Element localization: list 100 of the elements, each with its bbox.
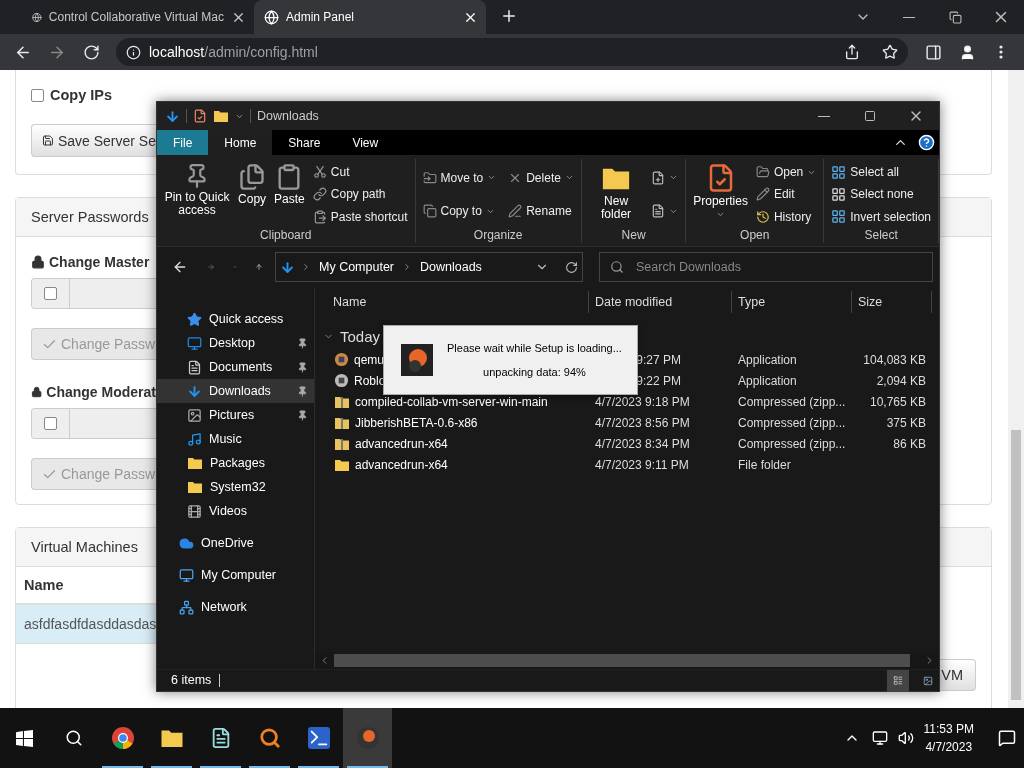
ribbon-button[interactable]: Copy to [419,203,500,220]
ribbon-button[interactable]: Open [752,164,820,181]
ribbon-button[interactable]: History [752,208,820,225]
ribbon-button[interactable]: Edit [752,186,820,203]
pin-icon [297,409,308,421]
ribbon-button[interactable]: Paste [271,161,308,228]
column-header[interactable]: Size [852,291,932,313]
edit-icon [755,187,770,202]
ribbon-button[interactable]: Move to [419,169,500,186]
nav-item[interactable]: Downloads [157,379,314,403]
copy-ips-checkbox[interactable]: Copy IPs [31,87,113,103]
nav-item[interactable]: Documents [157,355,314,379]
rename-icon [508,204,523,219]
browser-tab[interactable]: Control Collaborative Virtual Mac [22,0,254,34]
column-header[interactable]: Type [732,291,852,313]
maximize-icon [864,110,876,122]
folder-icon [187,455,203,471]
file-type: Application [737,352,798,367]
file-date: 4/7/2023 9:11 PM [594,457,687,472]
ribbon-tab[interactable]: Home [208,130,273,155]
group-header[interactable]: Today [315,323,381,349]
notification-icon[interactable] [998,729,1016,747]
ribbon-button[interactable]: Cut [309,164,411,181]
share-icon[interactable] [844,44,860,60]
file-name[interactable]: compiled-collab-vm-server-win-main [355,394,548,409]
table-row[interactable]: asfdfasdfdasddasdas [16,605,156,644]
network-icon[interactable] [871,730,888,746]
breadcrumb-item[interactable]: Downloads [418,260,484,274]
file-type: Application [737,373,798,388]
grid-icon [831,209,847,225]
nav-item[interactable]: Videos [157,499,314,523]
taskbar-button[interactable] [343,708,392,768]
new-item-icon [651,170,666,185]
column-header[interactable]: Date modified [589,291,732,313]
clipboard-icon [312,209,327,224]
ribbon-button[interactable]: Delete [505,169,577,186]
link-icon [312,187,327,202]
ribbon-group-label: New [620,228,647,243]
app-logo-icon [401,344,433,376]
globe-icon [264,9,279,25]
properties-icon [193,109,207,123]
nav-item[interactable]: OneDrive [157,531,314,555]
volume-icon[interactable] [897,730,914,746]
file-name[interactable]: JibberishBETA-0.6-x86 [355,415,478,430]
nav-item[interactable]: Packages [157,451,314,475]
ribbon-group-label: Select [863,228,899,243]
lock-icon [31,385,43,399]
bookmark-star-icon[interactable] [882,44,898,60]
star-icon [187,311,202,327]
view-button[interactable] [887,669,909,692]
browser-tab[interactable]: Admin Panel [254,0,486,34]
show-checkbox[interactable] [44,417,57,430]
magnifier-icon [258,727,281,749]
column-header[interactable]: Name [315,291,589,313]
save-button[interactable]: Save Server Se [31,124,156,157]
nav-item[interactable]: My Computer [157,563,314,587]
ribbon-button[interactable]: Pin to Quick access [161,161,234,228]
clock[interactable]: 11:53 PM 4/7/2023 [923,722,974,754]
address-field[interactable]: My Computer Downloads [275,252,583,282]
show-checkbox[interactable] [44,287,57,300]
open-icon [755,165,770,180]
folder-icon [187,479,203,495]
ribbon-button[interactable]: Invert selection [828,208,934,226]
ribbon-button[interactable]: Rename [505,203,577,220]
vm-button[interactable]: VM [940,659,976,691]
new-tab-button[interactable] [500,7,518,25]
nav-item[interactable]: Music [157,427,314,451]
nav-item[interactable]: Desktop [157,331,314,355]
file-date: 4/7/2023 9:18 PM [594,394,687,409]
search-field[interactable]: Search Downloads [634,259,922,275]
nav-item[interactable]: System32 [157,475,314,499]
item-count: 6 items [171,674,221,687]
scrollbar-thumb[interactable] [334,654,910,667]
address-bar[interactable]: localhost/admin/config.html [116,38,908,66]
file-name[interactable]: qemu [354,352,385,367]
ribbon-button[interactable]: Copy [235,161,270,228]
ribbon-group-label: Clipboard [259,228,313,243]
app-icon [334,352,349,367]
file-name[interactable]: advancedrun-x64 [355,436,448,451]
file-name[interactable]: advancedrun-x64 [355,457,448,472]
grid-icon [831,187,847,202]
download-icon [187,383,202,399]
ribbon-button[interactable]: Select none [828,186,934,203]
search-box[interactable]: Search Downloads [599,252,933,282]
ribbon-button[interactable]: Paste shortcut [309,208,411,225]
ribbon-button[interactable]: Select all [828,163,934,181]
refresh-icon[interactable] [565,260,578,274]
ribbon-button[interactable]: New folder [585,161,647,228]
nav-item[interactable]: Network [157,595,314,619]
app-icon [334,373,349,388]
side-panel-icon [924,43,942,61]
nav-item[interactable]: Quick access [157,307,314,331]
ribbon-button[interactable]: Copy path [309,186,411,203]
menu-icon [999,45,1003,59]
ribbon-group-label: Organize [472,228,524,243]
nav-item[interactable]: Pictures [157,403,314,427]
ribbon-button[interactable]: Properties [690,161,751,228]
ribbon-tab[interactable]: File [157,130,209,155]
details-view-icon [893,674,903,687]
breadcrumb-item[interactable]: My Computer [317,260,397,274]
